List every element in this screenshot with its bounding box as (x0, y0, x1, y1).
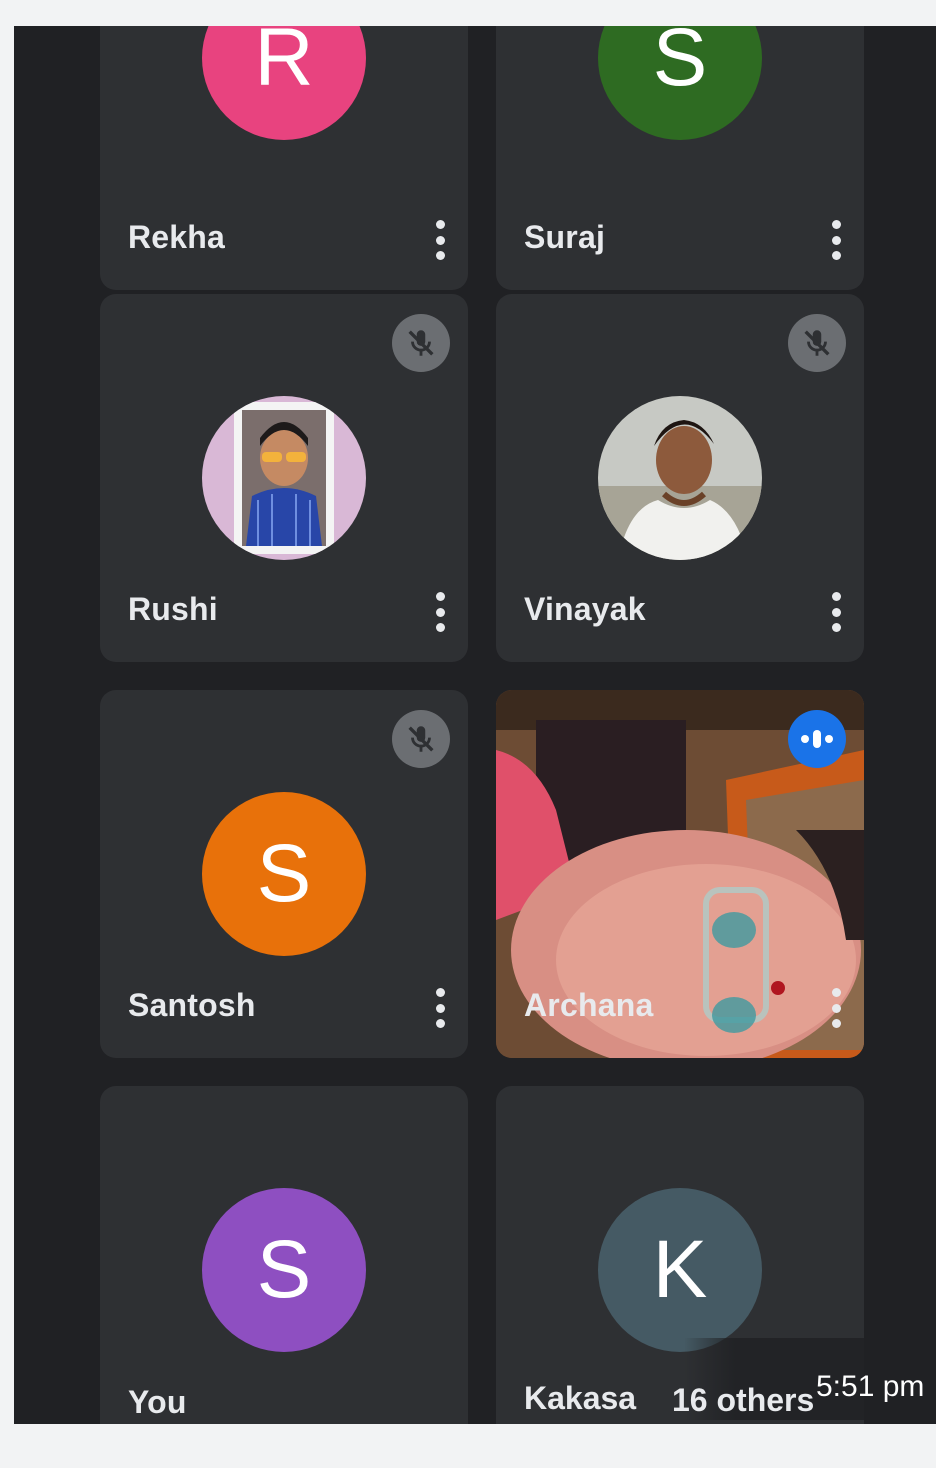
participant-tile-rekha[interactable]: R Rekha (100, 26, 468, 290)
more-vert-icon[interactable] (828, 220, 844, 260)
participant-name: Rekha (128, 219, 226, 255)
more-vert-icon[interactable] (828, 592, 844, 632)
more-vert-icon[interactable] (828, 988, 844, 1028)
participant-name: Vinayak (524, 591, 646, 627)
participant-tile-you[interactable]: S You (100, 1086, 468, 1424)
participant-name: Suraj (524, 219, 606, 255)
avatar: S (202, 1188, 366, 1352)
avatar: S (202, 792, 366, 956)
mic-off-icon (392, 314, 450, 372)
mic-off-icon (788, 314, 846, 372)
participant-tile-rushi[interactable]: Rushi (100, 294, 468, 662)
profile-photo (598, 396, 762, 560)
participant-name: Santosh (128, 987, 256, 1023)
participant-tile-santosh[interactable]: S Santosh (100, 690, 468, 1058)
participant-tile-suraj[interactable]: S Suraj (496, 26, 864, 290)
participant-tile-archana[interactable]: Archana (496, 690, 864, 1058)
mic-off-icon (392, 710, 450, 768)
more-vert-icon[interactable] (432, 592, 448, 632)
others-count-label[interactable]: 16 others (672, 1382, 814, 1419)
audio-level-icon (788, 710, 846, 768)
status-time: 5:51 pm (816, 1370, 925, 1403)
participant-tile-vinayak[interactable]: Vinayak (496, 294, 864, 662)
profile-photo (202, 396, 366, 560)
more-vert-icon[interactable] (432, 988, 448, 1028)
participant-name: Archana (524, 987, 654, 1023)
participant-name: Rushi (128, 591, 218, 627)
meeting-grid: R Rekha S Suraj Rushi Vinayak S Santosh … (14, 26, 936, 1424)
more-vert-icon[interactable] (432, 220, 448, 260)
participant-name: You (128, 1384, 187, 1420)
avatar: R (202, 26, 366, 140)
avatar: K (598, 1188, 762, 1352)
participant-name-kakasa: Kakasa (524, 1380, 637, 1416)
avatar: S (598, 26, 762, 140)
